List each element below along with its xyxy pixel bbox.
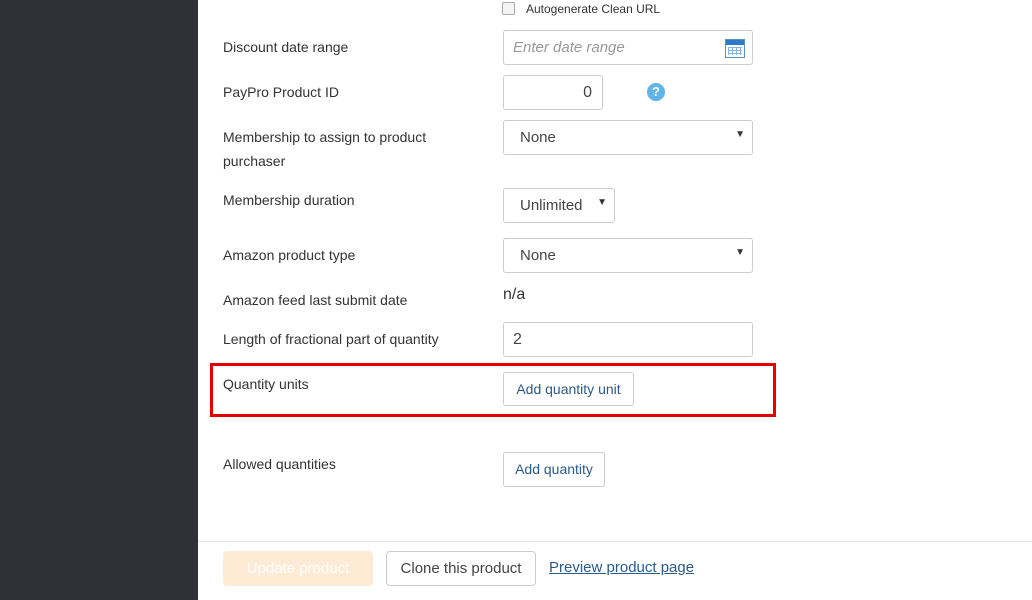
membership-assign-value: None — [520, 129, 556, 146]
footer-divider — [198, 541, 1032, 542]
allowed-quantities-label: Allowed quantities — [223, 456, 336, 472]
membership-duration-select[interactable]: Unlimited ▼ — [503, 188, 615, 223]
chevron-down-icon: ▼ — [597, 197, 607, 208]
chevron-down-icon: ▼ — [735, 129, 745, 140]
fractional-length-input[interactable]: 2 — [503, 322, 753, 357]
amazon-product-type-value: None — [520, 247, 556, 264]
date-range-placeholder: Enter date range — [513, 39, 625, 56]
amazon-feed-last-submit-label: Amazon feed last submit date — [223, 292, 408, 308]
paypro-product-id-value: 0 — [583, 84, 592, 101]
chevron-down-icon: ▼ — [735, 247, 745, 258]
add-quantity-button[interactable]: Add quantity — [503, 452, 605, 487]
fractional-length-value: 2 — [513, 331, 522, 348]
autogenerate-clean-url-label: Autogenerate Clean URL — [526, 2, 661, 16]
paypro-product-id-label: PayPro Product ID — [223, 84, 339, 100]
clone-product-button[interactable]: Clone this product — [386, 551, 536, 586]
amazon-product-type-label: Amazon product type — [223, 247, 356, 263]
left-sidebar — [0, 0, 198, 600]
update-product-button[interactable]: Update product — [223, 551, 373, 586]
paypro-product-id-input[interactable]: 0 — [503, 75, 603, 110]
membership-duration-value: Unlimited — [520, 197, 583, 214]
help-icon[interactable]: ? — [647, 83, 665, 101]
calendar-icon[interactable] — [725, 39, 745, 58]
membership-assign-label-line2: purchaser — [223, 153, 286, 169]
membership-assign-label-line1: Membership to assign to product — [223, 129, 427, 145]
amazon-feed-last-submit-value: n/a — [503, 286, 526, 303]
discount-date-range-label: Discount date range — [223, 39, 349, 55]
membership-assign-select[interactable]: None ▼ — [503, 120, 753, 155]
autogenerate-clean-url-checkbox[interactable] — [502, 2, 515, 15]
discount-date-range-input[interactable]: Enter date range — [503, 30, 753, 65]
add-quantity-unit-button[interactable]: Add quantity unit — [503, 372, 634, 406]
fractional-length-label: Length of fractional part of quantity — [223, 331, 439, 347]
membership-duration-label: Membership duration — [223, 192, 355, 208]
preview-product-page-link[interactable]: Preview product page — [549, 559, 694, 576]
amazon-product-type-select[interactable]: None ▼ — [503, 238, 753, 273]
quantity-units-label: Quantity units — [223, 376, 309, 392]
